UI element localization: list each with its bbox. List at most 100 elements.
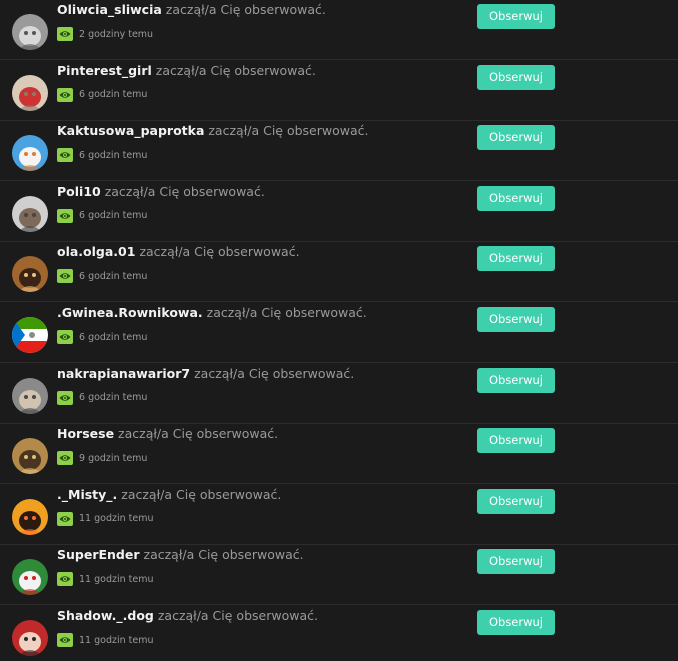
username-link[interactable]: SuperEnder: [57, 547, 140, 562]
notification-row-5: ola.olga.01 zaczął/a Cię obserwować. 6 g…: [0, 242, 678, 303]
notification-text: SuperEnder zaczął/a Cię obserwować.: [57, 547, 304, 563]
notification-meta: 6 godzin temu: [57, 87, 148, 102]
notification-row-2: Pinterest_girl zaczął/a Cię obserwować. …: [0, 61, 678, 121]
timestamp: 6 godzin temu: [79, 270, 148, 282]
follow-button[interactable]: Obserwuj: [477, 549, 555, 575]
timestamp: 6 godzin temu: [79, 210, 148, 222]
timestamp: 11 godzin temu: [79, 573, 154, 585]
notification-row-10: SuperEnder zaczął/a Cię obserwować. 11 g…: [0, 545, 678, 606]
timestamp: 11 godzin temu: [79, 513, 154, 525]
action-text: zaczął/a Cię obserwować.: [206, 305, 367, 320]
notification-text: Kaktusowa_paprotka zaczął/a Cię obserwow…: [57, 123, 368, 139]
follow-button[interactable]: Obserwuj: [477, 4, 555, 29]
owl-avatar[interactable]: [12, 256, 48, 293]
follow-button[interactable]: Obserwuj: [477, 246, 555, 272]
follow-button[interactable]: Obserwuj: [477, 125, 555, 151]
notification-meta: 2 godziny temu: [57, 27, 153, 41]
eye-icon: [57, 269, 73, 284]
follow-button[interactable]: Obserwuj: [477, 367, 555, 393]
eye-icon: [57, 330, 73, 344]
action-text: zaczął/a Cię obserwować.: [139, 244, 300, 260]
timestamp: 6 godzin temu: [79, 331, 148, 343]
username-link[interactable]: Poli10: [57, 184, 101, 199]
timestamp: 6 godzin temu: [79, 392, 148, 404]
notification-row-3: Kaktusowa_paprotka zaczął/a Cię obserwow…: [0, 121, 678, 182]
action-text: zaczął/a Cię obserwować.: [143, 547, 304, 563]
username-link[interactable]: ._Misty_.: [57, 487, 117, 502]
eye-icon: [57, 148, 73, 163]
username-link[interactable]: Kaktusowa_paprotka: [57, 123, 204, 138]
eye-icon: [57, 572, 73, 587]
follow-button[interactable]: Obserwuj: [477, 488, 555, 514]
gray-cat-avatar[interactable]: [12, 14, 48, 50]
timestamp: 9 godzin temu: [79, 452, 148, 464]
follow-button[interactable]: Obserwuj: [477, 307, 555, 332]
username-link[interactable]: ola.olga.01: [57, 244, 135, 259]
action-text: zaczął/a Cię obserwować.: [157, 608, 318, 623]
eye-icon: [57, 27, 73, 41]
notification-text: ._Misty_. zaczął/a Cię obserwować.: [57, 487, 281, 503]
username-link[interactable]: Oliwcia_sliwcia: [57, 2, 162, 17]
notification-row-11: Shadow._.dog zaczął/a Cię obserwować. 11…: [0, 606, 678, 661]
notification-meta: 6 godzin temu: [57, 269, 148, 284]
follow-button[interactable]: Obserwuj: [477, 64, 555, 90]
notification-row-1: Oliwcia_sliwcia zaczął/a Cię obserwować.…: [0, 0, 678, 60]
notification-text: Poli10 zaczął/a Cię obserwować.: [57, 184, 265, 200]
christmas-avatar[interactable]: [12, 559, 48, 596]
eye-icon: [57, 390, 73, 405]
notification-row-6: .Gwinea.Rownikowa. zaczął/a Cię obserwow…: [0, 303, 678, 363]
action-text: zaczął/a Cię obserwować.: [104, 183, 265, 199]
timestamp: 6 godzin temu: [79, 149, 148, 161]
equatorial-guinea-flag-avatar[interactable]: [12, 317, 48, 353]
notification-row-8: Horsese zaczął/a Cię obserwować. 9 godzi…: [0, 424, 678, 485]
notification-text: Oliwcia_sliwcia zaczął/a Cię obserwować.: [57, 2, 326, 18]
notification-meta: 11 godzin temu: [57, 511, 154, 526]
santa-cat-avatar[interactable]: [12, 74, 48, 111]
snowman-avatar[interactable]: [12, 135, 48, 172]
action-text: zaczął/a Cię obserwować.: [208, 123, 369, 139]
timestamp: 2 godziny temu: [79, 28, 154, 40]
notification-meta: 6 godzin temu: [57, 330, 147, 344]
notification-text: Pinterest_girl zaczął/a Cię obserwować.: [57, 63, 316, 79]
notification-row-9: ._Misty_. zaczął/a Cię obserwować. 11 go…: [0, 485, 678, 545]
eye-icon: [57, 633, 73, 647]
notification-text: nakrapianawarior7 zaczął/a Cię obserwowa…: [57, 366, 354, 382]
timestamp: 6 godzin temu: [79, 89, 148, 101]
username-link[interactable]: .Gwinea.Rownikowa.: [57, 305, 203, 320]
notification-meta: 6 godzin temu: [57, 208, 148, 223]
action-text: zaczął/a Cię obserwować.: [118, 426, 279, 442]
red-hair-girl-avatar[interactable]: [12, 620, 48, 656]
action-text: zaczął/a Cię obserwować.: [155, 62, 316, 78]
username-link[interactable]: nakrapianawarior7: [57, 366, 190, 381]
sunset-silhouette-avatar[interactable]: [12, 498, 48, 535]
notification-meta: 11 godzin temu: [57, 572, 154, 587]
notification-text: .Gwinea.Rownikowa. zaczął/a Cię obserwow…: [57, 305, 367, 321]
notification-text: Shadow._.dog zaczął/a Cię obserwować.: [57, 608, 318, 624]
timestamp: 11 godzin temu: [79, 634, 154, 646]
notification-row-7: nakrapianawarior7 zaczął/a Cię obserwowa…: [0, 364, 678, 424]
action-text: zaczął/a Cię obserwować.: [194, 365, 355, 381]
spotted-cat-avatar[interactable]: [12, 377, 48, 414]
username-link[interactable]: Shadow._.dog: [57, 608, 154, 623]
username-link[interactable]: Pinterest_girl: [57, 63, 152, 78]
eye-icon: [57, 451, 73, 466]
notification-text: ola.olga.01 zaczął/a Cię obserwować.: [57, 244, 300, 260]
notification-meta: 6 godzin temu: [57, 148, 148, 163]
follow-button[interactable]: Obserwuj: [477, 185, 555, 211]
notification-meta: 6 godzin temu: [57, 390, 148, 405]
horse-avatar[interactable]: [12, 438, 48, 475]
notification-text: Horsese zaczął/a Cię obserwować.: [57, 426, 278, 442]
notification-meta: 11 godzin temu: [57, 633, 154, 647]
notification-row-4: Poli10 zaczął/a Cię obserwować. 6 godzin…: [0, 182, 678, 242]
notification-list: Oliwcia_sliwcia zaczął/a Cię obserwować.…: [0, 0, 678, 661]
action-text: zaczął/a Cię obserwować.: [121, 486, 282, 502]
follow-button[interactable]: Obserwuj: [477, 610, 555, 635]
username-link[interactable]: Horsese: [57, 426, 114, 441]
eye-icon: [57, 208, 73, 223]
eye-icon: [57, 87, 73, 102]
hamster-avatar[interactable]: [12, 195, 48, 232]
follow-button[interactable]: Obserwuj: [477, 428, 555, 454]
notification-meta: 9 godzin temu: [57, 451, 148, 466]
action-text: zaczął/a Cię obserwować.: [165, 2, 326, 17]
eye-icon: [57, 511, 73, 526]
